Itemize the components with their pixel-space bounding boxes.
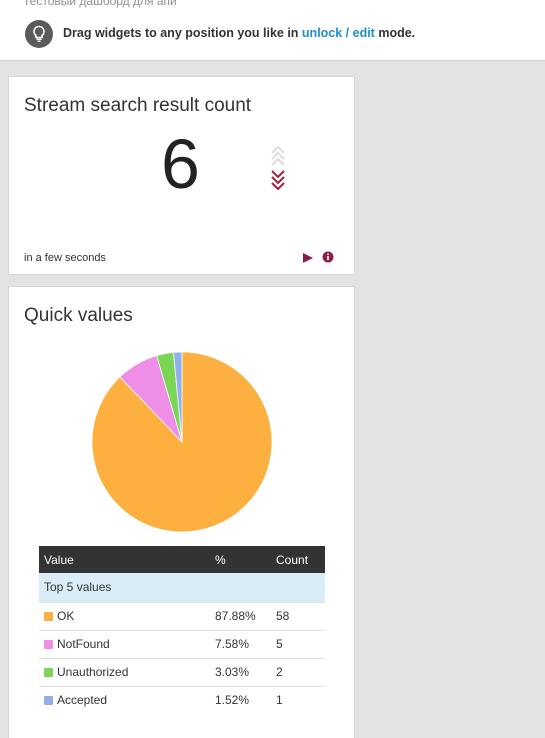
stream-count-widget: Stream search result count 6 in a few se… [8, 76, 355, 275]
percent-cell: 87.88% [210, 601, 271, 630]
quick-values-widget: Quick values Value % Count Top 5 values … [8, 286, 355, 738]
group-row: Top 5 values [39, 573, 325, 602]
hint-prefix: Drag widgets to any position you like in [63, 26, 302, 40]
updated-time: in a few seconds [24, 252, 106, 264]
value-label: Unauthorized [57, 665, 129, 679]
pie-chart [91, 351, 273, 533]
percent-cell: 1.52% [210, 685, 271, 714]
value-cell: Unauthorized [39, 657, 210, 686]
dashboard-header: Тестовый дашборд для апи Drag widgets to… [0, 0, 545, 61]
quick-values-table: Value % Count Top 5 values OK 87.88% 58 Not… [39, 546, 325, 714]
value-cell: OK [39, 601, 210, 630]
color-swatch [44, 696, 53, 706]
widget-title: Quick values [24, 305, 133, 326]
value-label: NotFound [57, 637, 110, 651]
table-row[interactable]: OK 87.88% 58 [39, 601, 325, 630]
hint-suffix: mode. [374, 26, 416, 40]
count-cell: 2 [271, 657, 325, 686]
widget-title: Stream search result count [24, 95, 252, 116]
value-cell: Accepted [39, 685, 210, 714]
count-cell: 58 [271, 601, 325, 630]
value-label: OK [57, 609, 75, 623]
percent-cell: 3.03% [210, 657, 271, 686]
play-icon[interactable] [302, 251, 314, 269]
count-cell: 1 [271, 685, 325, 714]
dashboard-description: Тестовый дашборд для апи [23, 0, 177, 8]
info-icon[interactable] [322, 250, 334, 268]
table-row[interactable]: NotFound 7.58% 5 [39, 629, 325, 658]
table-row[interactable]: Unauthorized 3.03% 2 [39, 657, 325, 686]
lightbulb-icon [25, 20, 53, 48]
value-label: Accepted [57, 693, 108, 708]
color-swatch [44, 668, 53, 677]
table-row[interactable]: Accepted 1.52% 1 [39, 685, 325, 714]
color-swatch [44, 612, 53, 621]
col-count[interactable]: Count [271, 546, 325, 573]
col-value[interactable]: Value [39, 546, 210, 573]
col-percent[interactable]: % [210, 546, 271, 573]
count-cell: 5 [271, 629, 325, 658]
value-cell: NotFound [39, 629, 210, 658]
percent-cell: 7.58% [210, 629, 271, 658]
group-label: Top 5 values [39, 573, 325, 602]
count-value: 6 [161, 125, 200, 203]
drag-hint: Drag widgets to any position you like in… [63, 26, 415, 40]
chevrons-down-icon [270, 145, 286, 198]
unlock-edit-link[interactable]: unlock / edit [302, 26, 375, 40]
color-swatch [44, 640, 53, 649]
